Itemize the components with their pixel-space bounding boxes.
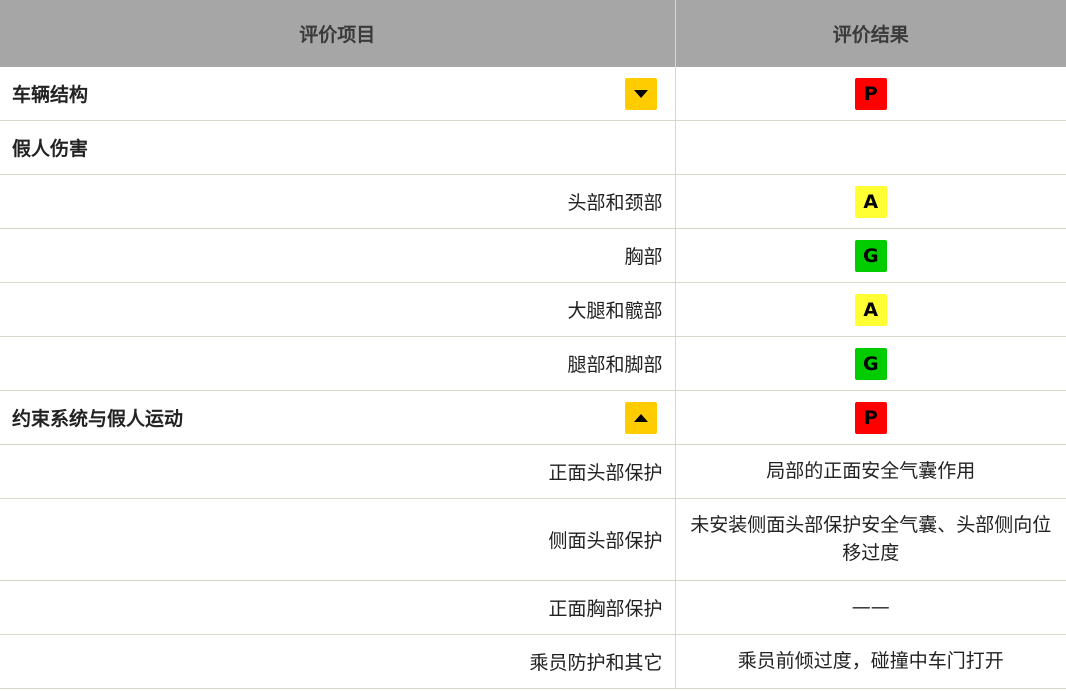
sub-item-label: 侧面头部保护 xyxy=(0,498,676,581)
sub-item-label: 正面胸部保护 xyxy=(0,580,676,635)
header-evaluation-result: 评价结果 xyxy=(675,0,1066,67)
result-cell: G xyxy=(675,336,1066,391)
sub-item-label: 正面头部保护 xyxy=(0,444,676,499)
table-row: 假人伤害 xyxy=(0,120,1066,175)
table-row: 约束系统与假人运动 P xyxy=(0,390,1066,445)
result-cell: G xyxy=(675,228,1066,283)
result-cell: P xyxy=(675,390,1066,445)
table-row: 正面头部保护 局部的正面安全气囊作用 xyxy=(0,444,1066,499)
result-cell xyxy=(675,120,1066,175)
result-text: 乘员前倾过度，碰撞中车门打开 xyxy=(675,634,1066,689)
result-cell: A xyxy=(675,282,1066,337)
table-header-row: 评价项目 评价结果 xyxy=(0,0,1066,67)
sub-item-label: 乘员防护和其它 xyxy=(0,634,676,689)
header-evaluation-item: 评价项目 xyxy=(0,0,676,67)
result-cell: P xyxy=(675,67,1066,121)
table-row: 大腿和髋部 A xyxy=(0,282,1066,337)
group-label-restraint-system: 约束系统与假人运动 xyxy=(0,390,676,445)
group-label-vehicle-structure: 车辆结构 xyxy=(0,67,676,121)
group-label-dummy-injury: 假人伤害 xyxy=(0,120,676,175)
result-text: —— xyxy=(675,580,1066,635)
result-cell: A xyxy=(675,174,1066,229)
table-row: 头部和颈部 A xyxy=(0,174,1066,229)
rating-badge: A xyxy=(854,185,887,218)
table-row: 胸部 G xyxy=(0,228,1066,283)
rating-badge: P xyxy=(854,401,887,434)
rating-badge: G xyxy=(854,239,887,272)
table-row: 侧面头部保护 未安装侧面头部保护安全气囊、头部侧向位移过度 xyxy=(0,498,1066,581)
collapse-toggle-button[interactable] xyxy=(624,77,657,110)
table-row: 车辆结构 P xyxy=(0,67,1066,121)
sub-item-label: 头部和颈部 xyxy=(0,174,676,229)
sub-item-label: 大腿和髋部 xyxy=(0,282,676,337)
rating-table: 评价项目 评价结果 车辆结构 P 假人伤害 头部和颈部 A 胸部 G 大腿和髋部… xyxy=(0,0,1066,689)
table-row: 腿部和脚部 G xyxy=(0,336,1066,391)
result-text: 局部的正面安全气囊作用 xyxy=(675,444,1066,499)
rating-badge: A xyxy=(854,293,887,326)
sub-item-label: 胸部 xyxy=(0,228,676,283)
rating-badge: P xyxy=(854,77,887,110)
triangle-up-icon xyxy=(633,413,648,422)
table-row: 正面胸部保护 —— xyxy=(0,580,1066,635)
expand-toggle-button[interactable] xyxy=(624,401,657,434)
triangle-down-icon xyxy=(633,89,648,98)
result-text: 未安装侧面头部保护安全气囊、头部侧向位移过度 xyxy=(675,498,1066,581)
sub-item-label: 腿部和脚部 xyxy=(0,336,676,391)
table-row: 乘员防护和其它 乘员前倾过度，碰撞中车门打开 xyxy=(0,634,1066,689)
rating-badge: G xyxy=(854,347,887,380)
